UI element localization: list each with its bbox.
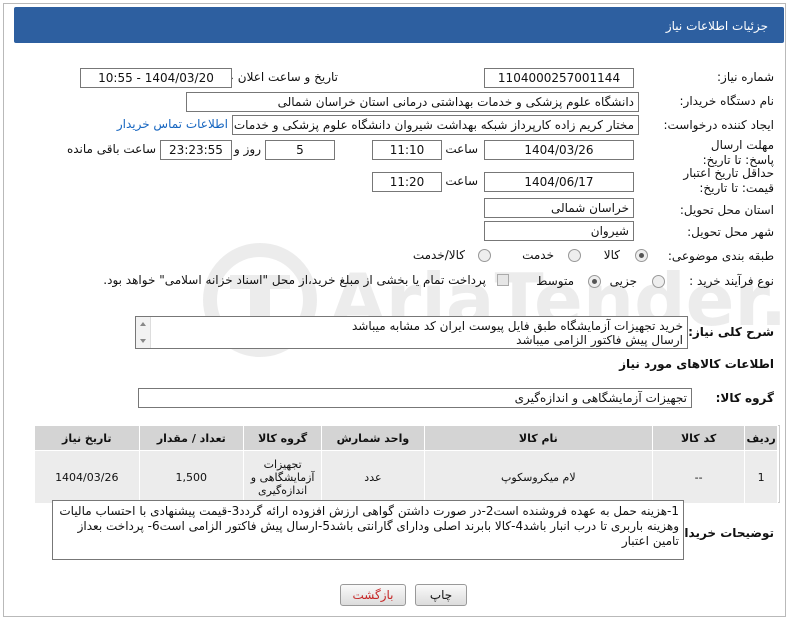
price-validity-time-label: ساعت <box>445 174 478 188</box>
col-row: ردیف <box>744 425 778 451</box>
deadline-date-field: 1404/03/26 <box>484 140 634 160</box>
cell-code: -- <box>651 450 746 504</box>
description-textarea[interactable]: خرید تجهیزات آزمایشگاه طبق فایل پیوست ای… <box>135 316 688 349</box>
buyer-org-label: نام دستگاه خریدار: <box>679 94 775 108</box>
goods-group-field: تجهیزات آزمایشگاهی و اندازه‌گیری <box>138 388 692 408</box>
page-title: جزئیات اطلاعات نیاز <box>665 19 768 33</box>
payment-note: پرداخت تمام یا بخشی از مبلغ خرید،از محل … <box>103 273 486 287</box>
print-button[interactable]: چاپ <box>415 584 467 606</box>
cell-date: 1404/03/26 <box>34 450 140 504</box>
need-number-label: شماره نیاز: <box>717 70 774 84</box>
goods-table: ردیف کد کالا نام کالا واحد شمارش گروه کا… <box>34 425 778 504</box>
col-qty: تعداد / مقدار <box>138 425 245 451</box>
process-label: نوع فرآیند خرید : <box>689 274 774 288</box>
process-option-medium: متوسط <box>536 274 574 288</box>
cell-unit: عدد <box>321 450 425 504</box>
col-name: نام کالا <box>423 425 653 451</box>
col-unit: واحد شمارش <box>321 425 425 451</box>
creator-label: ایجاد کننده درخواست: <box>663 118 774 132</box>
buyer-org-field: دانشگاه علوم پزشکی و خدمات بهداشتی درمان… <box>186 92 639 112</box>
buyer-notes-label: توضیحات خریدار: <box>672 526 774 540</box>
page-header: جزئیات اطلاعات نیاز <box>14 7 784 43</box>
buyer-contact-link[interactable]: اطلاعات تماس خریدار <box>117 117 228 131</box>
deadline-time-label: ساعت <box>445 142 478 156</box>
need-number-field: 1104000257001144 <box>484 68 634 88</box>
cell-qty: 1,500 <box>138 450 245 504</box>
price-validity-date-field: 1404/06/17 <box>484 172 634 192</box>
goods-section-title: اطلاعات کالاهای مورد نیاز <box>619 357 774 371</box>
remaining-label: ساعت باقی مانده <box>66 142 156 156</box>
description-label: شرح کلی نیاز: <box>688 325 774 339</box>
category-radio-goods[interactable] <box>635 249 648 262</box>
table-row: 1 -- لام میکروسکوپ عدد تجهیزات آزمایشگاه… <box>34 450 778 504</box>
col-group: گروه کالا <box>243 425 323 451</box>
goods-group-label: گروه کالا: <box>715 391 774 405</box>
col-date: تاریخ نیاز <box>34 425 140 451</box>
remaining-time-field: 23:23:55 <box>160 140 232 160</box>
process-radio-minor[interactable] <box>652 275 665 288</box>
cell-group: تجهیزات آزمایشگاهی و اندازه‌گیری <box>243 450 323 504</box>
days-label: روز و <box>234 142 261 156</box>
treasury-checkbox[interactable] <box>497 274 509 286</box>
remaining-days-field: 5 <box>265 140 335 160</box>
city-field: شیروان <box>484 221 634 241</box>
cell-name: لام میکروسکوپ <box>423 450 653 504</box>
process-option-minor: جزیی <box>609 274 637 288</box>
cell-row: 1 <box>744 450 778 504</box>
description-scrollbar[interactable] <box>136 317 151 348</box>
creator-field: مختار کریم زاده کارپرداز شبکه بهداشت شیر… <box>232 115 639 135</box>
description-line-2: ارسال پیش فاکتور الزامی میباشد <box>516 333 683 347</box>
process-radio-medium[interactable] <box>588 275 601 288</box>
scroll-arrows-icon <box>140 322 146 343</box>
category-option-goods: کالا <box>603 248 620 262</box>
province-field: خراسان شمالی <box>484 198 634 218</box>
buyer-notes-textarea[interactable]: 1-هزینه حمل به عهده فروشنده است2-در صورت… <box>52 500 684 560</box>
province-label: استان محل تحویل: <box>679 203 774 217</box>
category-radio-service[interactable] <box>568 249 581 262</box>
deadline-time-field: 11:10 <box>372 140 442 160</box>
col-code: کد کالا <box>651 425 746 451</box>
announce-field: 1404/03/20 - 10:55 <box>80 68 232 88</box>
goods-table-header: ردیف کد کالا نام کالا واحد شمارش گروه کا… <box>34 425 778 451</box>
price-validity-label: حداقل تاریخ اعتبار قیمت: تا تاریخ: <box>683 166 774 195</box>
category-option-goods-service: کالا/خدمت <box>412 248 465 262</box>
category-label: طبقه بندی موضوعی: <box>667 249 774 263</box>
price-validity-time-field: 11:20 <box>372 172 442 192</box>
category-radio-goods-service[interactable] <box>478 249 491 262</box>
description-line-1: خرید تجهیزات آزمایشگاه طبق فایل پیوست ای… <box>351 319 683 333</box>
category-option-service: خدمت <box>522 248 554 262</box>
city-label: شهر محل تحویل: <box>687 225 774 239</box>
back-button[interactable]: بازگشت <box>340 584 406 606</box>
deadline-label: مهلت ارسال پاسخ: تا تاریخ: <box>702 138 774 167</box>
